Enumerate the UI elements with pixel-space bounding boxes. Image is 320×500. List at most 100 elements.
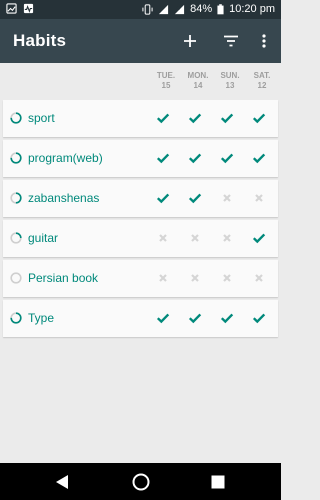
habit-score-ring-icon bbox=[10, 312, 22, 324]
check-icon bbox=[220, 313, 234, 324]
day-header-1: MON. 14 bbox=[182, 71, 214, 91]
recent-apps-button[interactable] bbox=[208, 472, 228, 492]
habit-checkmark-toggle[interactable] bbox=[219, 150, 235, 166]
habit-checkmark-toggle[interactable] bbox=[219, 190, 235, 206]
add-icon bbox=[184, 35, 196, 47]
habit-checkmark-toggle[interactable] bbox=[155, 150, 171, 166]
habit-checkmark-toggle[interactable] bbox=[187, 110, 203, 126]
check-icon bbox=[156, 113, 170, 124]
habit-name: zabanshenas bbox=[28, 191, 100, 205]
check-icon bbox=[156, 153, 170, 164]
habit-row[interactable]: guitar bbox=[3, 220, 278, 257]
back-button[interactable] bbox=[52, 472, 72, 492]
cross-icon bbox=[191, 274, 199, 282]
day-name: MON. bbox=[187, 71, 209, 80]
habit-name: Persian book bbox=[28, 271, 99, 285]
home-icon bbox=[132, 473, 150, 491]
habit-checkmark-toggle[interactable] bbox=[155, 230, 171, 246]
check-icon bbox=[156, 193, 170, 204]
add-habit-button[interactable] bbox=[178, 29, 202, 53]
cross-icon bbox=[223, 274, 231, 282]
recent-apps-icon bbox=[211, 475, 225, 489]
habit-checkmark-toggle[interactable] bbox=[187, 230, 203, 246]
habit-checkmark-toggle[interactable] bbox=[155, 270, 171, 286]
cross-icon bbox=[255, 274, 263, 282]
habit-checkmark-toggle[interactable] bbox=[251, 150, 267, 166]
habit-score-ring-icon bbox=[10, 192, 22, 204]
habit-checkmark-toggle[interactable] bbox=[219, 310, 235, 326]
habit-row[interactable]: Type bbox=[3, 300, 278, 337]
day-number: 14 bbox=[193, 81, 203, 90]
habit-name: Type bbox=[28, 311, 55, 325]
check-icon bbox=[188, 153, 202, 164]
day-number: 13 bbox=[225, 81, 235, 90]
app-bar: Habits bbox=[0, 19, 281, 63]
activity-notification-icon bbox=[23, 3, 34, 14]
habit-checkmark-toggle[interactable] bbox=[251, 230, 267, 246]
check-icon bbox=[220, 153, 234, 164]
habit-row[interactable]: sport bbox=[3, 100, 278, 137]
habit-row[interactable]: zabanshenas bbox=[3, 180, 278, 217]
check-icon bbox=[252, 233, 266, 244]
signal-icon bbox=[159, 4, 169, 14]
cross-icon bbox=[159, 234, 167, 242]
navigation-bar bbox=[0, 463, 281, 500]
day-number: 12 bbox=[257, 81, 267, 90]
habit-checkmark-toggle[interactable] bbox=[251, 190, 267, 206]
back-icon bbox=[56, 475, 68, 489]
habit-checkmark-toggle[interactable] bbox=[155, 310, 171, 326]
habit-score-ring-icon bbox=[10, 152, 22, 164]
habit-checkmark-toggle[interactable] bbox=[187, 270, 203, 286]
habit-row[interactable]: program(web) bbox=[3, 140, 278, 177]
more-options-button[interactable] bbox=[252, 29, 276, 53]
clock: 10:20 pm bbox=[229, 3, 275, 15]
check-icon bbox=[252, 113, 266, 124]
cross-icon bbox=[223, 194, 231, 202]
check-icon bbox=[220, 113, 234, 124]
status-bar: 84% 10:20 pm bbox=[0, 0, 281, 19]
signal-no-data-icon bbox=[175, 4, 185, 14]
habit-checkmark-toggle[interactable] bbox=[219, 270, 235, 286]
habit-list: sport program(web) zabanshenas guitar Persia… bbox=[3, 100, 278, 340]
cross-icon bbox=[223, 234, 231, 242]
filter-icon bbox=[224, 35, 238, 47]
habit-checkmark-toggle[interactable] bbox=[251, 270, 267, 286]
habit-score-ring-icon bbox=[10, 272, 22, 284]
habit-checkmark-toggle[interactable] bbox=[187, 190, 203, 206]
habit-checkmark-toggle[interactable] bbox=[155, 110, 171, 126]
image-notification-icon bbox=[6, 3, 17, 14]
cross-icon bbox=[159, 274, 167, 282]
habit-name: sport bbox=[28, 111, 55, 125]
day-header-0: TUE. 15 bbox=[150, 71, 182, 91]
home-button[interactable] bbox=[131, 472, 151, 492]
page-title: Habits bbox=[13, 31, 67, 50]
day-name: TUE. bbox=[156, 71, 176, 80]
day-header-row: TUE. 15 MON. 14 SUN. 13 SAT. 12 bbox=[0, 63, 281, 100]
battery-percent: 84% bbox=[190, 3, 213, 15]
habit-checkmark-toggle[interactable] bbox=[219, 110, 235, 126]
habit-checkmark-toggle[interactable] bbox=[219, 230, 235, 246]
day-header-3: SAT. 12 bbox=[246, 71, 278, 91]
habit-checkmark-toggle[interactable] bbox=[155, 190, 171, 206]
more-vert-icon bbox=[262, 34, 266, 48]
check-icon bbox=[188, 113, 202, 124]
check-icon bbox=[252, 153, 266, 164]
habit-checkmark-toggle[interactable] bbox=[251, 310, 267, 326]
check-icon bbox=[188, 313, 202, 324]
habit-score-ring-icon bbox=[10, 232, 22, 244]
vibrate-icon bbox=[142, 3, 153, 15]
habit-row[interactable]: Persian book bbox=[3, 260, 278, 297]
habit-checkmark-toggle[interactable] bbox=[187, 310, 203, 326]
habit-name: program(web) bbox=[28, 151, 103, 165]
day-name: SAT. bbox=[253, 71, 271, 80]
battery-icon bbox=[217, 3, 224, 14]
day-name: SUN. bbox=[220, 71, 240, 80]
habit-checkmark-toggle[interactable] bbox=[187, 150, 203, 166]
day-header-2: SUN. 13 bbox=[214, 71, 246, 91]
check-icon bbox=[252, 313, 266, 324]
habit-checkmark-toggle[interactable] bbox=[251, 110, 267, 126]
filter-button[interactable] bbox=[219, 29, 243, 53]
habit-score-ring-icon bbox=[10, 112, 22, 124]
check-icon bbox=[188, 193, 202, 204]
check-icon bbox=[156, 313, 170, 324]
